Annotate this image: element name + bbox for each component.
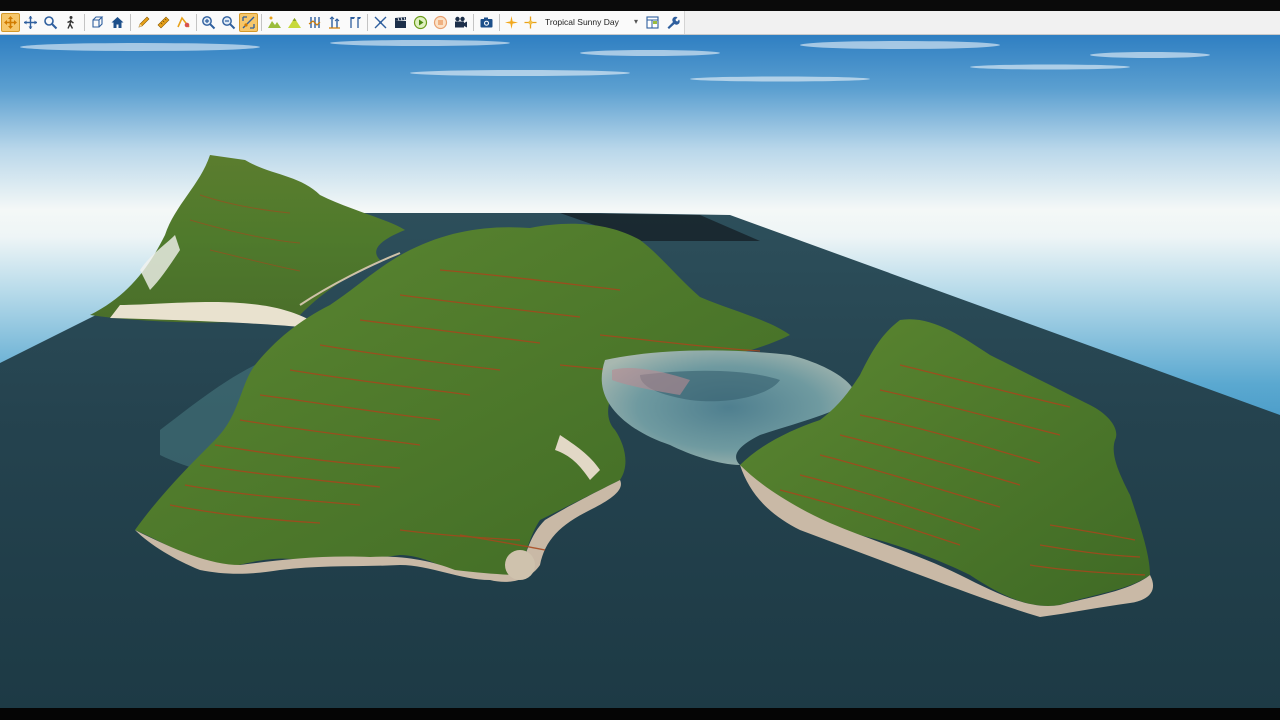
zoom-in[interactable] [199,13,218,32]
environment-preset-dropdown[interactable]: Tropical Sunny Day ▾ [541,14,641,31]
magnifier-icon [44,16,58,30]
toolbar-separator [499,14,500,31]
cube-icon [92,16,104,28]
camera-tool[interactable] [451,13,470,32]
camera-icon [480,17,493,28]
measure-angle-tool[interactable] [174,13,193,32]
layers-panel-button[interactable] [643,13,662,32]
clapperboard-icon [395,17,406,28]
toolbar-separator [196,14,197,31]
flag-tool[interactable] [345,13,364,32]
walking-person-icon [67,16,74,29]
environment-preset-value: Tropical Sunny Day [545,17,619,27]
play-button[interactable] [411,13,430,32]
profile-icon [308,17,321,28]
3d-viewport[interactable] [0,35,1280,708]
airplane-icon [374,16,387,29]
protractor-icon [177,16,190,28]
pencil-icon [138,16,150,28]
toolbar-separator [473,14,474,31]
home-icon [111,17,124,28]
perspective-view[interactable] [88,13,107,32]
pan-arrows-icon [4,16,17,29]
sun-icon [505,16,518,29]
panel-icon [646,16,659,29]
toolbar-separator [84,14,85,31]
settings-button[interactable] [663,13,682,32]
movie-camera-icon [455,16,467,28]
window-bottom-strip [0,708,1280,720]
window-top-strip [0,0,1280,11]
terrain-icon [268,16,281,28]
stop-button[interactable] [431,13,450,32]
record-tool[interactable] [391,13,410,32]
profile-tool[interactable] [305,13,324,32]
toolbar-separator [367,14,368,31]
zoom-extents[interactable] [239,13,258,32]
wrench-icon [667,16,680,29]
terrain-scene[interactable] [0,35,1280,708]
select-pan-tool[interactable] [1,13,20,32]
mountain-icon [288,18,301,28]
move-tool[interactable] [21,13,40,32]
home-view[interactable] [108,13,127,32]
edit-tool[interactable] [134,13,153,32]
chevron-down-icon: ▾ [633,17,638,26]
screenshot-button[interactable] [477,13,496,32]
sun-tool[interactable] [502,13,521,32]
toolbar-separator [261,14,262,31]
light-icon [524,16,537,29]
walk-tool[interactable] [61,13,80,32]
main-toolbar: Tropical Sunny Day ▾ [0,11,1280,35]
stop-icon [433,15,448,30]
zoom-extents-icon [242,16,255,29]
light-tool[interactable] [521,13,540,32]
zoom-out[interactable] [219,13,238,32]
terrain-tool[interactable] [265,13,284,32]
flag-icon [350,17,361,28]
move-arrows-icon [24,16,37,29]
play-icon [413,15,428,30]
toolbar-separator [130,14,131,31]
ruler-icon [157,16,170,29]
fly-tool[interactable] [371,13,390,32]
zoom-out-icon [222,16,236,30]
measure-tool[interactable] [154,13,173,32]
zoom-tool[interactable] [41,13,60,32]
zoom-in-icon [202,16,216,30]
mountain-tool[interactable] [285,13,304,32]
elevation-tool[interactable] [325,13,344,32]
elevation-icon [329,16,340,29]
